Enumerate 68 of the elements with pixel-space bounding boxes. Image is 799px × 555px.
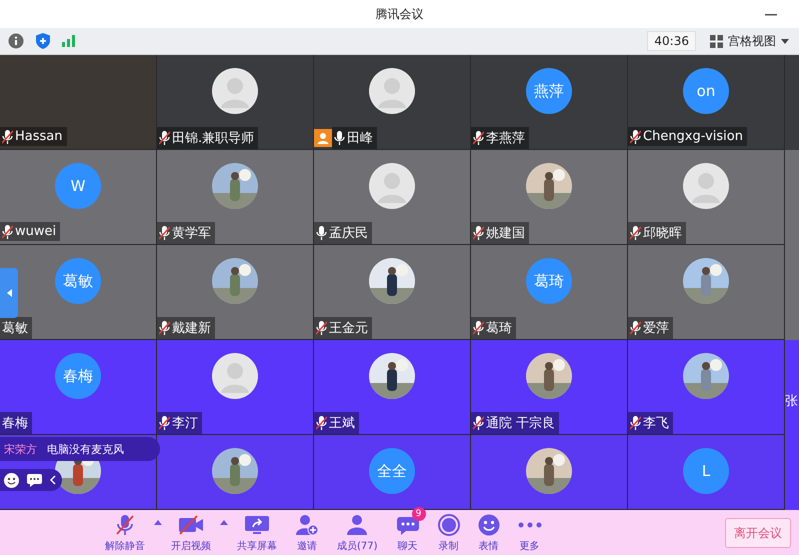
record-icon: [438, 514, 460, 536]
collapse-tab[interactable]: [0, 268, 18, 318]
user-avatar-icon: [683, 163, 729, 209]
participant-name: 邱晓晖: [628, 222, 686, 244]
toolbar-button[interactable]: 邀请: [286, 514, 328, 552]
emoji-icon[interactable]: [4, 472, 19, 488]
initials-avatar: L: [683, 448, 729, 494]
toolbar-button[interactable]: 解除静音: [96, 514, 154, 552]
participant-name: 李飞: [628, 412, 673, 434]
user-avatar-icon: [369, 68, 415, 114]
participant-name: 姚建国: [471, 222, 529, 244]
participant-name: Chengxg-vision: [628, 127, 747, 146]
info-icon[interactable]: [8, 33, 24, 49]
chevron-left-icon[interactable]: [50, 475, 56, 485]
muted-mic-icon: [115, 514, 135, 536]
initials-avatar: W: [55, 163, 101, 209]
caret-icon[interactable]: [220, 520, 228, 524]
add-person-icon: [295, 514, 319, 536]
meeting-timer: 40:36: [647, 31, 696, 51]
minimize-icon[interactable]: [765, 14, 777, 16]
caret-icon: [6, 289, 12, 297]
initials-avatar: 葛敏: [55, 258, 101, 304]
toolbar-button[interactable]: 录制: [428, 514, 469, 552]
user-avatar-icon: [212, 353, 258, 399]
participant-name: 李燕萍: [471, 127, 529, 149]
chat-sender: 宋荣方: [4, 442, 37, 456]
more-icon: [518, 522, 542, 528]
share-screen-icon: [244, 514, 270, 534]
participant-name: 孟庆民: [314, 222, 372, 244]
window-title: 腾讯会议: [376, 6, 424, 22]
participant-name: 王金元: [314, 317, 372, 339]
leave-meeting-button[interactable]: 离开会议: [725, 518, 791, 548]
caret-icon: [781, 38, 789, 44]
grid-icon: [710, 34, 723, 48]
toolbar-button[interactable]: 开启视频: [162, 514, 220, 552]
toolbar-button[interactable]: 成员(77): [328, 514, 387, 552]
participant-name: 爱萍: [628, 317, 673, 339]
emoji-icon: [478, 514, 500, 536]
initials-avatar: 全全: [369, 448, 415, 494]
toolbar-button[interactable]: 共享屏幕: [228, 514, 286, 552]
user-avatar-icon: [369, 163, 415, 209]
participant-name: 春梅: [0, 412, 32, 434]
participant-name: wuwei: [0, 222, 60, 241]
initials-avatar: 春梅: [55, 353, 101, 399]
video-off-icon: [178, 514, 204, 534]
participant-name: 通院 干宗良: [471, 412, 560, 434]
chat-message: 电脑没有麦克风: [47, 442, 124, 456]
view-button[interactable]: 宫格视图: [708, 32, 791, 50]
participant-name: 戴建新: [157, 317, 215, 339]
chat-icon[interactable]: [27, 474, 42, 486]
participant-name: 王斌: [314, 412, 359, 434]
participant-name: 葛敏: [0, 317, 32, 339]
participant-name: Hassan: [0, 127, 66, 146]
toolbar-button[interactable]: 表情: [468, 514, 509, 552]
initials-avatar: 葛琦: [526, 258, 572, 304]
participant-name: 李汀: [157, 412, 202, 434]
user-avatar-icon: [212, 68, 258, 114]
person-icon: [345, 514, 370, 536]
participant-name: 田峰: [332, 127, 377, 149]
caret-icon[interactable]: [154, 520, 162, 524]
initials-avatar: on: [683, 68, 729, 114]
shield-icon[interactable]: [36, 33, 50, 49]
participant-name: 张: [785, 393, 799, 410]
participant-name: 黄学军: [157, 222, 215, 244]
initials-avatar: 燕萍: [526, 68, 572, 114]
toolbar-button[interactable]: 更多: [508, 514, 551, 552]
participant-name: 葛琦: [471, 317, 516, 339]
participant-name: 田锦.兼职导师: [157, 127, 258, 149]
